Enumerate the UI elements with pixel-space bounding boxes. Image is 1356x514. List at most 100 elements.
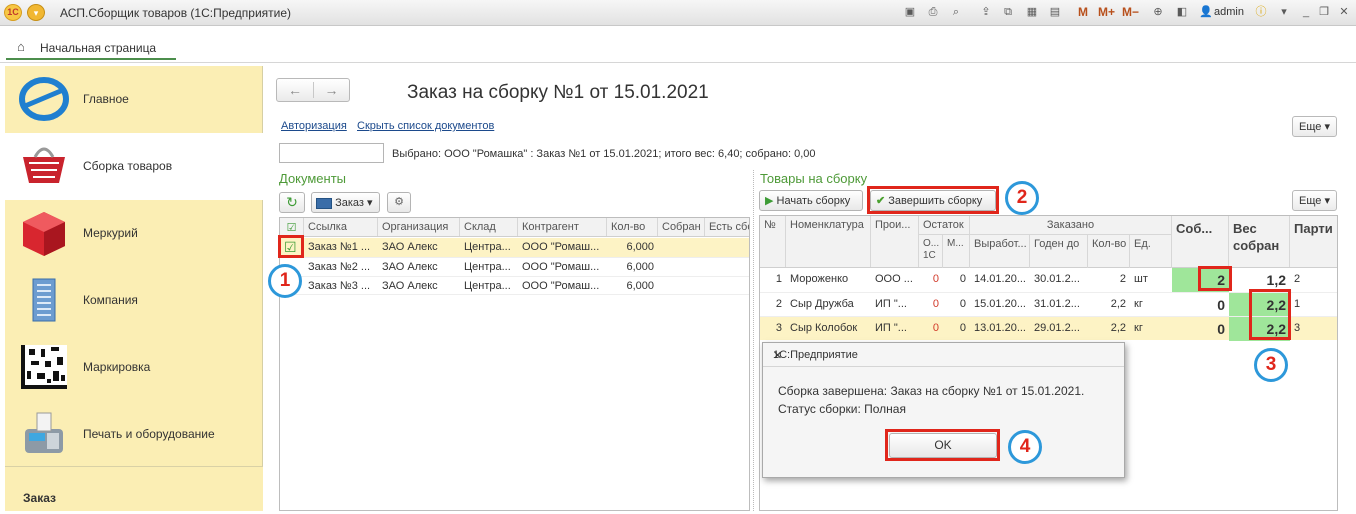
sidebar-item-printing[interactable]: Печать и оборудование [5,401,263,468]
sidebar-item-company[interactable]: Компания [5,267,263,334]
panels-icon[interactable]: ◧ [1174,5,1190,20]
datamatrix-icon [21,345,67,389]
tab-home-label: Начальная страница [40,41,157,55]
sidebar-item-marking[interactable]: Маркировка [5,334,263,401]
attach-icon[interactable]: ⇪ [978,5,994,20]
info-icon[interactable]: ⓘ [1253,5,1269,20]
page-title: Заказ на сборку №1 от 15.01.2021 [407,82,709,103]
col-unit[interactable]: Ед. [1130,235,1172,268]
col-link[interactable]: Ссылка [304,218,378,236]
col-rest[interactable]: Остаток [919,216,970,235]
cell-qty: 6,000 [626,280,654,292]
cell-prod: ИП "... [875,298,907,310]
table-row[interactable]: Заказ №3 ... ЗАО Алекс Центра... ООО "Ро… [280,276,749,295]
more-button-goods[interactable]: Еще ▾ [1292,190,1337,211]
select-all-icon[interactable]: ☑ [280,218,304,236]
print-icon[interactable]: ⎙ [925,5,941,20]
panel-splitter[interactable] [753,170,756,511]
cell-partner: ООО "Ромаш... [522,280,600,292]
col-n[interactable]: № [760,216,786,267]
user-icon: 👤 [1199,6,1213,18]
table-row[interactable]: Заказ №2 ... ЗАО Алекс Центра... ООО "Ро… [280,257,749,276]
selection-summary: Выбрано: ООО "Ромашка" : Заказ №1 от 15.… [392,148,816,160]
cell-made: 14.01.20... [974,273,1026,285]
sidebar-item-main[interactable]: Главное [5,66,263,133]
col-rest-1c[interactable]: О... 1С [919,235,943,268]
col-made[interactable]: Выработ... [970,235,1030,268]
cell-prod: ИП "... [875,322,907,334]
play-icon: ▶ [765,195,774,207]
col-rest-m[interactable]: М... [943,235,970,268]
col-warehouse[interactable]: Склад [460,218,518,236]
col-ordered[interactable]: Заказано [970,216,1172,235]
settings-menu-icon[interactable]: ▾ [1276,5,1292,20]
cell-collected[interactable]: 0 [1172,317,1229,341]
col-done[interactable]: Собран [658,218,705,236]
cell-link: Заказ №3 ... [308,280,371,292]
highlight-box-1 [278,235,304,258]
settings-icon[interactable]: ⚙ [387,192,411,213]
col-has[interactable]: Есть сбо [705,218,749,236]
cell-name: Сыр Дружба [790,298,854,310]
building-icon [32,278,56,322]
calculator-icon[interactable]: ▦ [1024,5,1040,20]
save-icon[interactable]: ▣ [902,5,918,20]
tab-home[interactable]: ⌂ Начальная страница [6,33,176,60]
user-name[interactable]: admin [1214,6,1244,18]
mercury-cube-icon [23,212,65,256]
cell-collected[interactable]: 0 [1172,293,1229,317]
cell-org: ЗАО Алекс [382,280,438,292]
highlight-box-3a [1198,266,1232,291]
close-icon[interactable]: ✕ [773,349,1116,362]
cell-rest-1c: 0 [932,322,939,334]
restore-icon[interactable]: ❐ [1316,5,1332,20]
1c-logo-icon[interactable]: 1С [4,4,22,21]
sidebar-item-mercury[interactable]: Меркурий [5,200,263,267]
back-arrow-icon[interactable]: ← [277,82,313,98]
mem-plus-button[interactable]: M+ [1098,5,1115,19]
preview-icon[interactable]: ⌕ [948,5,964,20]
col-weight[interactable]: Вес собран [1229,216,1290,267]
dialog-message-line1: Сборка завершена: Заказ на сборку №1 от … [778,384,1085,398]
callout-2: 2 [1005,181,1039,215]
basket-icon [23,147,65,183]
main-menu-icon[interactable]: ▾ [27,4,45,21]
copy-icon[interactable]: ⧉ [1000,5,1016,20]
mem-minus-button[interactable]: M− [1122,5,1139,19]
refresh-icon[interactable]: ↻ [279,192,305,213]
filter-input[interactable] [279,143,384,163]
col-partner[interactable]: Контрагент [518,218,607,236]
highlight-box-3b [1249,289,1291,340]
highlight-box-2 [867,186,999,214]
zoom-icon[interactable]: ⊕ [1150,5,1166,20]
mem-button[interactable]: M [1078,5,1088,19]
document-icon [316,197,332,209]
auth-link[interactable]: Авторизация [281,120,347,132]
cell-partner: ООО "Ромаш... [522,261,600,273]
cell-till: 31.01.2... [1034,298,1080,310]
forward-arrow-icon[interactable]: → [313,82,349,98]
hide-documents-link[interactable]: Скрыть список документов [357,120,494,132]
table-row[interactable]: ☑ Заказ №1 ... ЗАО Алекс Центра... ООО "… [280,238,749,257]
col-org[interactable]: Организация [378,218,460,236]
col-qty[interactable]: Кол-во [1088,235,1130,268]
col-till[interactable]: Годен до [1030,235,1088,268]
cell-qty: 2,2 [1110,298,1126,310]
start-assembly-button[interactable]: ▶ Начать сборку [759,190,863,211]
col-collected[interactable]: Соб... [1172,216,1229,267]
cell-rest-1c: 0 [932,298,939,310]
sidebar-item-assembly[interactable]: Сборка товаров [5,133,263,200]
col-name[interactable]: Номенклатура [786,216,871,267]
order-filter-dropdown[interactable]: Заказ ▾ [311,192,380,213]
col-prod[interactable]: Прои... [871,216,919,267]
cell-partner: ООО "Ромаш... [522,241,600,253]
sidebar-item-label: Меркурий [83,226,138,240]
callout-4: 4 [1008,430,1042,464]
col-party[interactable]: Парти [1290,216,1337,267]
minimize-icon[interactable]: _ [1298,5,1314,20]
col-qty[interactable]: Кол-во [607,218,658,236]
calendar-icon[interactable]: ▤ [1047,5,1063,20]
cell-wh: Центра... [464,280,511,292]
more-button-top[interactable]: Еще ▾ [1292,116,1337,137]
close-window-icon[interactable]: ✕ [1336,5,1352,20]
